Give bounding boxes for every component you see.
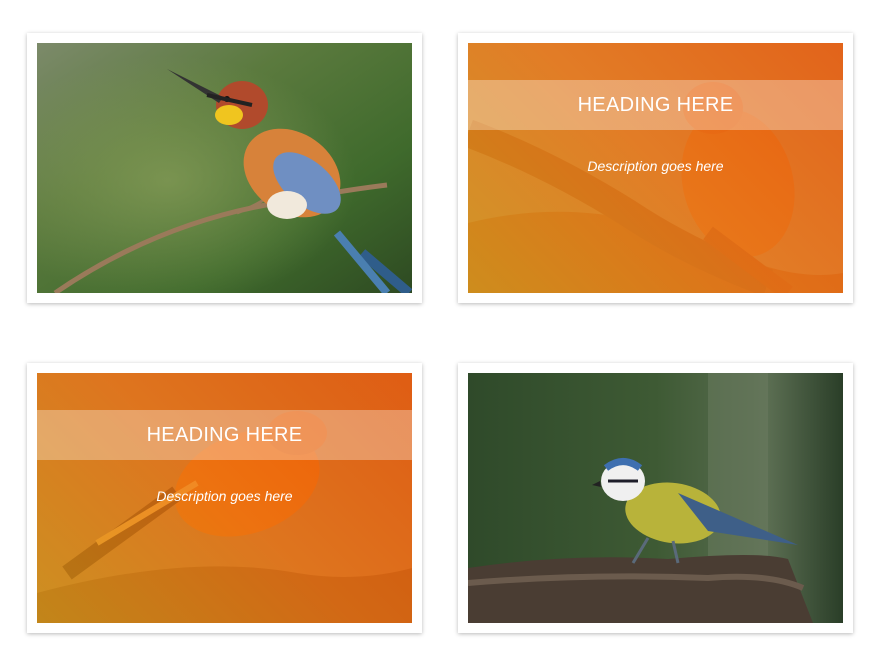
gallery-card-oriole-hover[interactable]: HEADING HERE Description goes here bbox=[27, 363, 422, 633]
gallery-card-bee-eater-hover[interactable]: HEADING HERE Description goes here bbox=[458, 33, 853, 303]
card-description: Description goes here bbox=[587, 158, 724, 174]
gallery-card-blue-tit[interactable] bbox=[458, 363, 853, 633]
gallery-card-bee-eater[interactable] bbox=[27, 33, 422, 303]
card-heading: HEADING HERE bbox=[577, 93, 734, 116]
bee-eater-photo bbox=[37, 43, 412, 293]
oriole-photo: HEADING HERE Description goes here bbox=[37, 373, 412, 623]
card-heading: HEADING HERE bbox=[146, 423, 303, 446]
heading-band: HEADING HERE bbox=[468, 80, 843, 130]
bee-eater-photo: HEADING HERE Description goes here bbox=[468, 43, 843, 293]
card-description: Description goes here bbox=[156, 488, 293, 504]
blue-tit-photo bbox=[468, 373, 843, 623]
heading-band: HEADING HERE bbox=[37, 410, 412, 460]
